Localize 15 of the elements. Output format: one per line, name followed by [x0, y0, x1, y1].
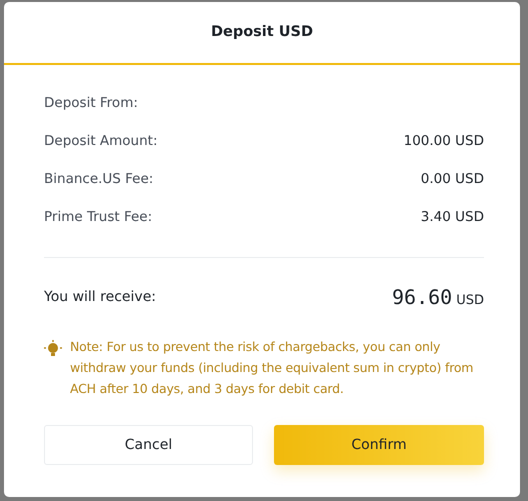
detail-label: Prime Trust Fee:	[44, 208, 152, 227]
detail-value: 100.00 USD	[404, 132, 484, 151]
detail-value: 0.00 USD	[420, 170, 484, 189]
detail-label: Binance.US Fee:	[44, 170, 154, 189]
detail-label: Deposit From:	[44, 94, 138, 113]
note-text: Note: For us to prevent the risk of chargebacks, you can only withdraw your funds (including the equivalent sum in crypto) from ACH after 10 days, and 3 days for debit card.	[70, 338, 474, 398]
receive-label: You will receive:	[44, 288, 156, 306]
confirm-button[interactable]: Confirm	[274, 425, 484, 465]
lightbulb-icon	[44, 340, 62, 358]
receive-amount: 96.60	[392, 284, 452, 311]
dialog-title: Deposit USD	[210, 22, 314, 42]
receive-currency: USD	[456, 292, 484, 310]
detail-value: 3.40 USD	[420, 208, 484, 227]
cancel-button[interactable]: Cancel	[44, 425, 253, 465]
detail-label: Deposit Amount:	[44, 132, 158, 151]
